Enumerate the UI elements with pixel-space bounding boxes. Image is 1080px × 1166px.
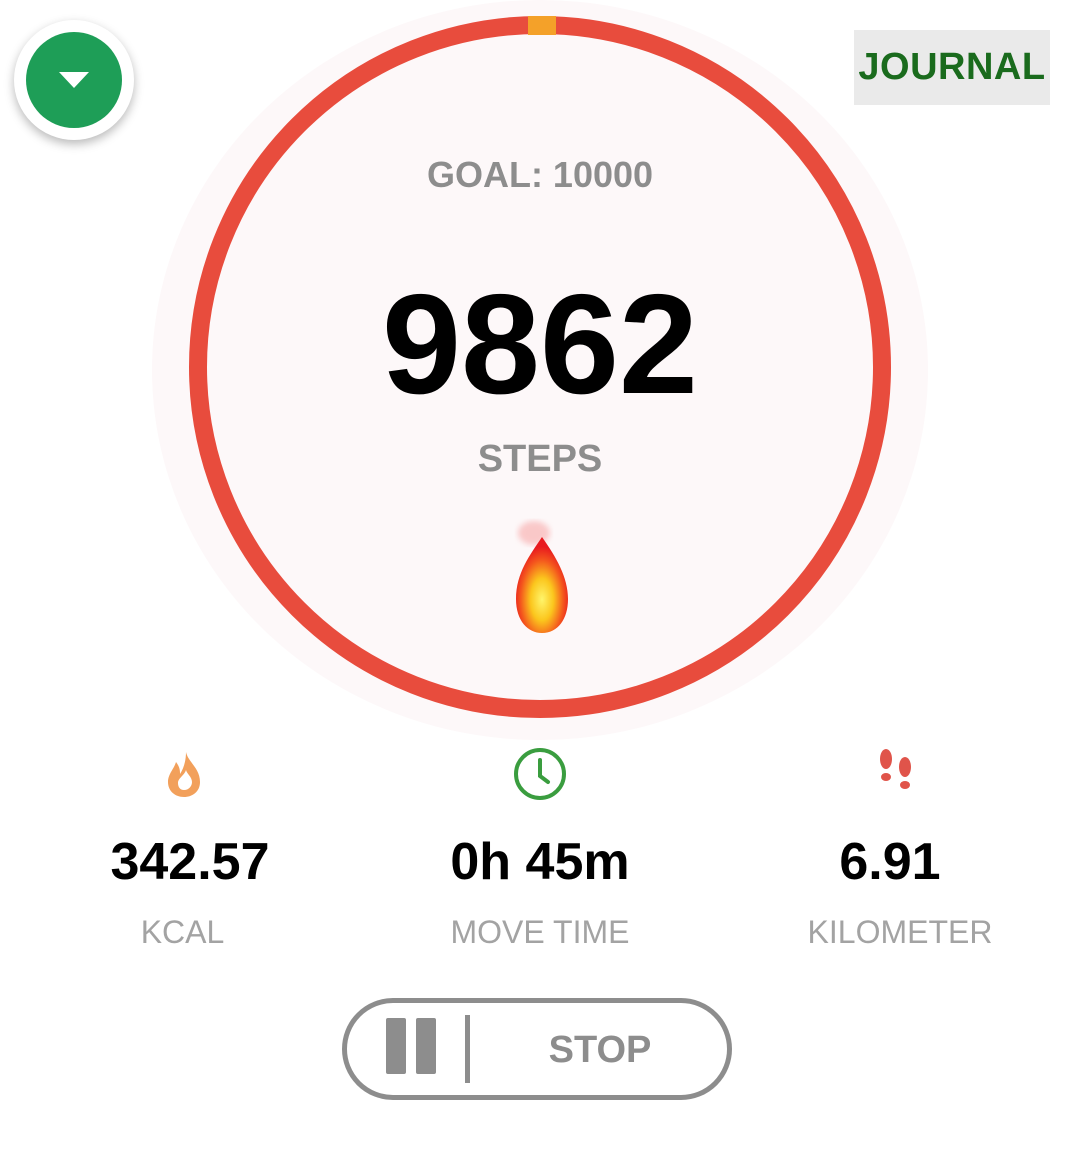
chevron-down-icon [26,32,122,128]
fire-icon [516,521,568,633]
steps-label: STEPS [477,438,603,480]
distance-value: 6.91 [839,833,941,891]
distance-label: KILOMETER [807,914,993,950]
kcal-value: 342.57 [110,833,270,891]
stop-button[interactable]: STOP [480,1020,720,1080]
dropdown-button[interactable] [14,20,134,140]
move-time-value: 0h 45m [450,833,630,891]
goal-label: GOAL: 10000 [426,154,654,195]
pause-icon[interactable] [386,1018,438,1074]
steps-count: 9862 [382,265,698,424]
flame-icon [168,752,200,797]
kcal-label: KCAL [140,914,225,950]
clock-icon [514,748,566,800]
goal-marker [528,16,556,35]
controls-divider [465,1015,470,1083]
move-time-label: MOVE TIME [450,914,630,950]
journal-button[interactable]: JOURNAL [854,30,1050,105]
footprints-icon [880,749,911,789]
